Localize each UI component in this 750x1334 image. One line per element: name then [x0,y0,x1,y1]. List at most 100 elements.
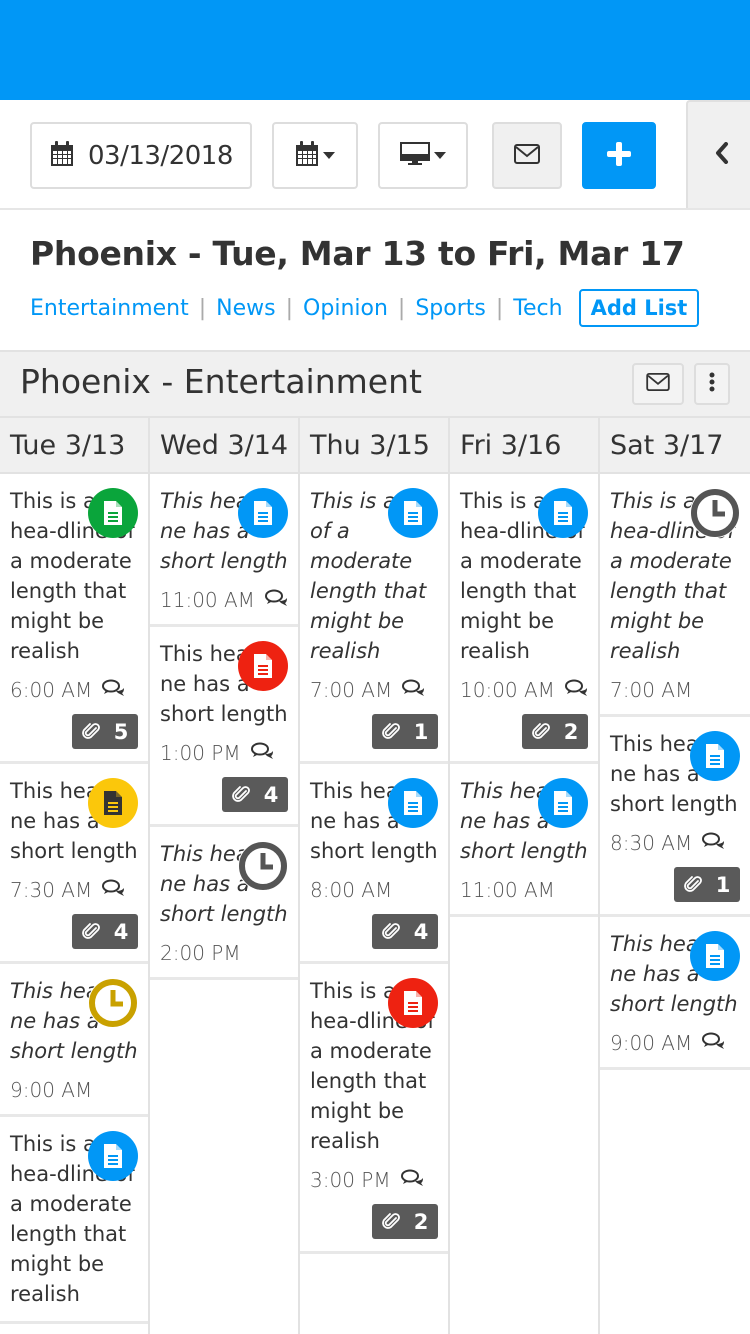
day-column: Wed 3/14 This headli-ne has a short lengt… [150,418,300,1334]
toolbar: 03/13/2018 [0,100,750,210]
story-card[interactable]: This headli-ne has a short length 2:00 PM [150,827,298,980]
list-link-entertainment[interactable]: Entertainment [30,296,189,321]
day-column: Fri 3/16 This is a hea-dline of a moderat… [450,418,600,1334]
story-card[interactable]: This headli-ne has a short length 11:00 A… [150,474,298,627]
comments-icon[interactable] [102,878,126,902]
attachments-badge[interactable]: 4 [72,914,138,949]
story-card[interactable]: This is a hea-dline of a moderate length… [450,474,598,764]
clock-icon[interactable] [690,488,740,538]
date-value: 03/13/2018 [88,140,233,171]
attachments-badge[interactable]: 1 [372,714,438,749]
separator: | [285,295,294,321]
attachments-badge[interactable]: 4 [222,777,288,812]
day-column: Tue 3/13 This is a hea-dline of a moderat… [0,418,150,1334]
add-button[interactable] [582,122,656,189]
top-app-bar [0,0,750,100]
attachments-badge[interactable]: 4 [372,914,438,949]
story-time: 10:00 AM [460,678,555,702]
document-icon[interactable] [538,778,588,828]
story-time: 6:00 AM [10,678,93,702]
story-card[interactable]: This headli-ne has a short length 8:30 AM… [600,717,750,917]
day-body: This is a hea-dline of a moderate length… [600,474,750,1334]
day-header: Wed 3/14 [150,418,298,474]
day-body: This is a hea-dline of a moderate length… [450,474,598,1334]
email-button[interactable] [492,122,562,189]
comments-icon[interactable] [702,831,726,855]
attachments-badge[interactable]: 5 [72,714,138,749]
attachments-count: 5 [113,719,129,744]
comments-icon[interactable] [402,678,426,702]
document-icon[interactable] [238,641,288,691]
attachments-badge[interactable]: 1 [674,867,740,902]
attachments-row: 1 [310,714,438,749]
section-email-button[interactable] [632,363,684,405]
paperclip-icon [231,785,258,805]
story-meta: 10:00 AM [460,678,588,702]
comments-icon[interactable] [564,678,589,702]
separator: | [198,295,207,321]
attachments-row: 2 [310,1204,438,1239]
attachments-badge[interactable]: 2 [372,1204,438,1239]
day-body: This is a hea-dline of a moderate length… [0,474,148,1334]
comments-icon[interactable] [102,678,126,702]
attachments-badge[interactable]: 2 [522,714,588,749]
display-mode-dropdown[interactable] [378,122,468,189]
story-meta: 3:00 PM [310,1168,438,1192]
comments-icon[interactable] [400,1168,425,1192]
story-card[interactable]: This headli-ne has a short length 1:00 PM… [150,627,298,827]
list-section: Phoenix - Entertainment Tue 3/13 This is … [0,350,750,1334]
document-icon[interactable] [538,488,588,538]
comments-icon[interactable] [250,741,275,765]
collapse-panel-button[interactable] [686,100,750,208]
story-card[interactable]: This is a hea-dline of a moderate length… [600,474,750,717]
day-header: Thu 3/15 [300,418,448,474]
story-time: 9:00 AM [10,1078,93,1102]
paperclip-icon [381,922,408,942]
clock-icon[interactable] [238,841,288,891]
story-meta: 11:00 AM [160,588,288,612]
document-icon[interactable] [88,488,138,538]
story-card[interactable]: This is a hea-dline of a moderate length… [300,964,448,1254]
document-icon[interactable] [690,731,740,781]
envelope-icon [646,373,670,395]
story-card[interactable]: This headli-ne has a short length 9:00 AM [600,917,750,1070]
story-card[interactable]: This headli-ne has a short length 11:00 A… [450,764,598,917]
clock-icon[interactable] [88,978,138,1028]
document-icon[interactable] [388,778,438,828]
attachments-count: 1 [715,872,731,897]
story-card[interactable]: This is a ne of a moderate length that m… [300,474,448,764]
calendar-icon [295,140,319,171]
list-link-news[interactable]: News [216,296,275,321]
date-picker-button[interactable]: 03/13/2018 [30,122,252,189]
day-header: Tue 3/13 [0,418,148,474]
paperclip-icon [81,922,108,942]
story-card[interactable]: This headli-ne has a short length 9:00 AM [0,964,148,1117]
document-icon[interactable] [690,931,740,981]
story-card[interactable]: This headli-ne has a short length 7:30 AM… [0,764,148,964]
calendar-view-dropdown[interactable] [272,122,358,189]
document-icon[interactable] [388,978,438,1028]
story-time: 7:00 AM [310,678,393,702]
story-card[interactable]: This headli-ne has a short length 8:00 AM… [300,764,448,964]
document-icon[interactable] [88,778,138,828]
story-card[interactable]: This is a hea-dline of a moderate length… [0,1117,148,1324]
story-meta: 8:00 AM [310,878,438,902]
story-time: 8:30 AM [610,831,693,855]
list-link-opinion[interactable]: Opinion [303,296,388,321]
story-meta: 7:00 AM [610,678,740,702]
story-time: 9:00 AM [610,1031,693,1055]
document-icon[interactable] [238,488,288,538]
add-list-button[interactable]: Add List [578,289,700,327]
document-icon[interactable] [388,488,438,538]
section-more-button[interactable] [694,363,730,405]
document-icon[interactable] [88,1131,138,1181]
story-card[interactable]: This is a hea-dline of a moderate length… [0,474,148,764]
story-time: 7:30 AM [10,878,93,902]
story-meta: 9:00 AM [10,1078,138,1102]
comments-icon[interactable] [264,588,289,612]
day-body: This is a ne of a moderate length that m… [300,474,448,1334]
list-link-sports[interactable]: Sports [415,296,486,321]
list-link-tech[interactable]: Tech [513,296,562,321]
list-nav: Entertainment | News | Opinion | Sports … [30,286,700,330]
comments-icon[interactable] [702,1031,726,1055]
